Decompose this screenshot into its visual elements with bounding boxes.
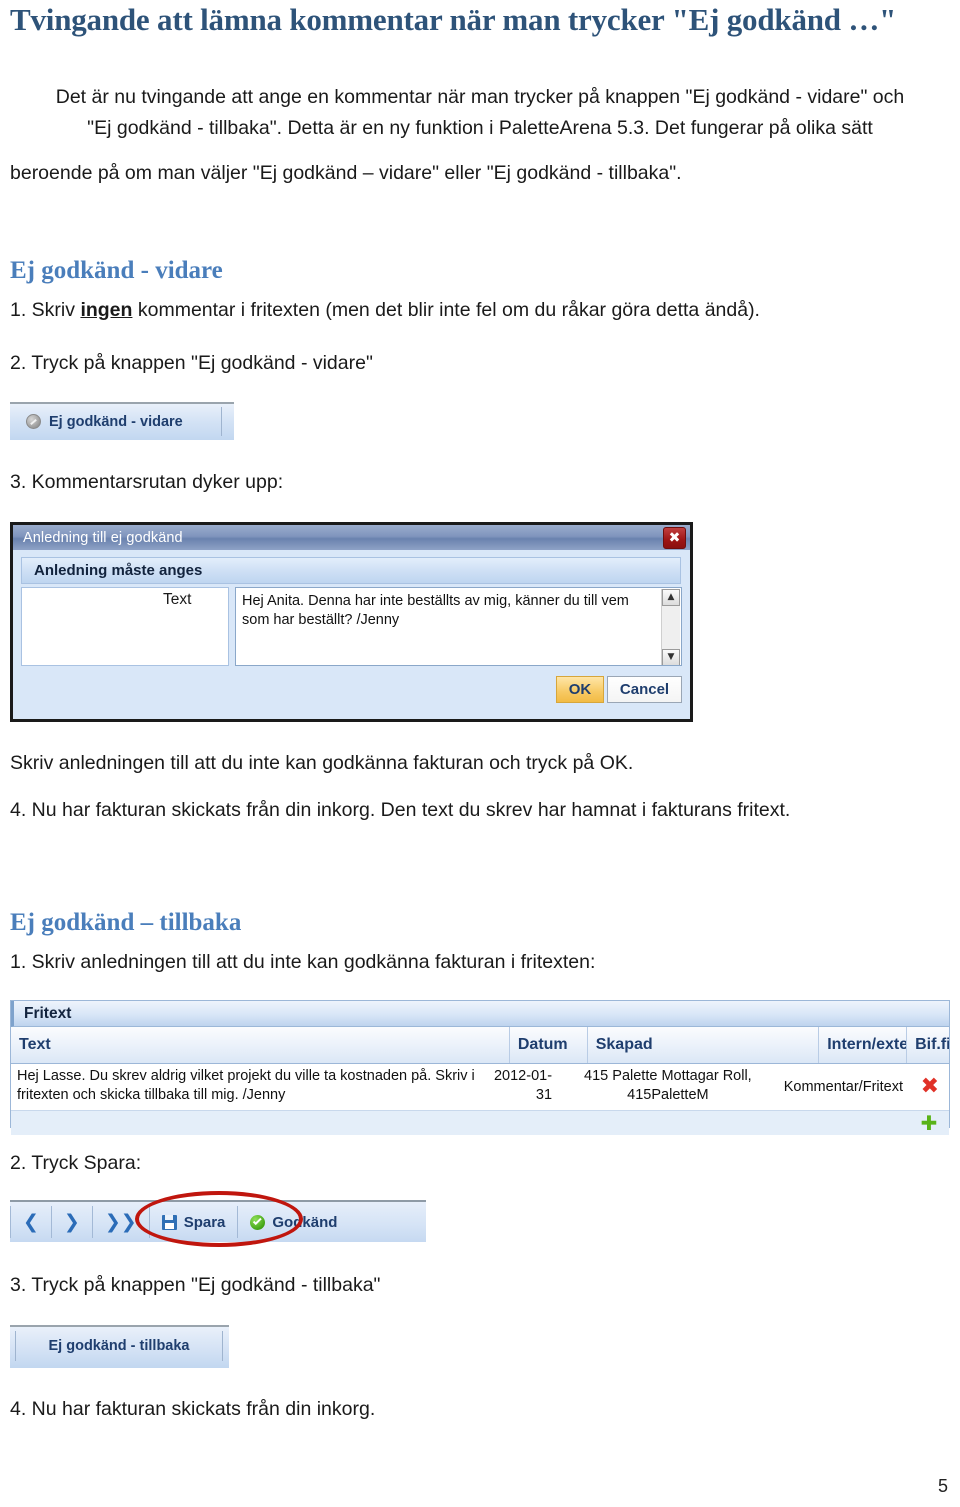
dialog-titlebar: Anledning till ej godkänd ✖: [13, 525, 690, 550]
scroll-track[interactable]: [662, 606, 680, 649]
delete-x-icon: ✖: [920, 1074, 940, 1099]
column-header-bif-fil[interactable]: Bif.fil: [907, 1027, 949, 1063]
fritext-add-row[interactable]: ✚: [11, 1111, 949, 1135]
ej-godkand-vidare-label: Ej godkänd - vidare: [49, 413, 183, 430]
toolbar-next-button[interactable]: ❯: [52, 1206, 93, 1238]
dialog-text-input[interactable]: Hej Anita. Denna har inte beställts av m…: [235, 587, 682, 666]
column-header-datum[interactable]: Datum: [510, 1027, 588, 1063]
cell-text: Hej Lasse. Du skrev aldrig vilket projek…: [17, 1068, 475, 1103]
row-delete-button[interactable]: ✖: [911, 1064, 949, 1110]
cell-intern-extern: Kommentar/Fritext: [783, 1078, 903, 1095]
step-2-vidare: 2. Tryck på knappen "Ej godkänd - vidare…: [10, 352, 373, 374]
dialog-text-value: Hej Anita. Denna har inte beställts av m…: [242, 593, 629, 628]
page-number: 5: [937, 1476, 948, 1496]
step-3-vidare: 3. Kommentarsrutan dyker upp:: [10, 471, 284, 493]
chevron-right-icon: ❯: [63, 1210, 80, 1233]
dialog-cancel-button[interactable]: Cancel: [607, 676, 682, 703]
screenshot-fritext-table: Fritext Text Datum Skapad Intern/extern …: [10, 1000, 950, 1135]
step-1-prefix: 1. Skriv: [10, 299, 81, 321]
step-1-suffix: kommentar i fritexten (men det blir inte…: [132, 299, 760, 321]
step-4-vidare: 4. Nu har fakturan skickats från din ink…: [10, 799, 791, 821]
intro-line-3: beroende på om man väljer "Ej godkänd – …: [10, 162, 682, 184]
screenshot-button-ej-godkand-vidare: Ej godkänd - vidare: [10, 402, 234, 440]
dialog-scrollbar[interactable]: ▲ ▼: [661, 589, 680, 665]
dialog-left-panel: [21, 587, 229, 666]
column-header-intern-extern[interactable]: Intern/extern: [819, 1027, 908, 1063]
chevron-left-icon: ❮: [23, 1210, 39, 1233]
add-row-button[interactable]: ✚: [909, 1111, 949, 1135]
column-header-skapad[interactable]: Skapad: [588, 1027, 820, 1063]
ej-godkand-tillbaka-button[interactable]: Ej godkänd - tillbaka: [15, 1331, 223, 1361]
step-2-tillbaka: 2. Tryck Spara:: [10, 1152, 142, 1174]
fritext-panel-title: Fritext: [24, 1004, 72, 1022]
ej-godkand-vidare-button[interactable]: Ej godkänd - vidare: [16, 407, 222, 436]
screenshot-button-ej-godkand-tillbaka: Ej godkänd - tillbaka: [10, 1325, 229, 1368]
intro-line-1: Det är nu tvingande att ange en kommenta…: [55, 86, 905, 108]
chevron-double-right-icon: ❯❯: [104, 1210, 137, 1233]
step-1-tillbaka: 1. Skriv anledningen till att du inte ka…: [10, 951, 596, 973]
dialog-text-label: Text: [163, 591, 192, 608]
dialog-section-title: Anledning måste anges: [34, 562, 203, 579]
highlight-ellipse-spara: [135, 1191, 303, 1247]
step-3-tillbaka: 3. Tryck på knappen "Ej godkänd - tillba…: [10, 1274, 381, 1296]
column-header-text[interactable]: Text: [11, 1027, 510, 1063]
cell-skapad: 415 Palette Mottagar Roll, 415PaletteM: [584, 1068, 752, 1103]
document-page: Tvingande att lämna kommentar när man tr…: [0, 0, 960, 1507]
page-title: Tvingande att lämna kommentar när man tr…: [10, 2, 897, 37]
scroll-down-icon[interactable]: ▼: [662, 649, 680, 665]
dialog-section-bar: Anledning måste anges: [21, 557, 681, 584]
intro-line-2: "Ej godkänd - tillbaka". Detta är en ny …: [87, 117, 873, 139]
ej-godkand-tillbaka-label: Ej godkänd - tillbaka: [48, 1338, 190, 1354]
step-1-vidare: 1. Skriv ingen kommentar i fritexten (me…: [10, 295, 950, 326]
scroll-up-icon[interactable]: ▲: [662, 589, 680, 606]
screenshot-dialog-anledning: Anledning till ej godkänd ✖ Anledning må…: [10, 522, 693, 722]
step-1-emphasis: ingen: [80, 299, 133, 321]
dialog-footer: OK Cancel: [21, 671, 682, 713]
cell-datum: 2012-01-31: [493, 1068, 553, 1103]
section-heading-vidare: Ej godkänd - vidare: [10, 257, 223, 284]
fritext-panel-titlebar: Fritext: [11, 1001, 949, 1027]
add-plus-icon: ✚: [920, 1111, 938, 1135]
fritext-table-header: Text Datum Skapad Intern/extern Bif.fil: [11, 1027, 949, 1064]
dialog-ok-button[interactable]: OK: [556, 676, 604, 703]
toolbar-prev-button[interactable]: ❮: [10, 1206, 52, 1238]
step-4-tillbaka: 4. Nu har fakturan skickats från din ink…: [10, 1398, 376, 1420]
after-dialog-text: Skriv anledningen till att du inte kan g…: [10, 752, 634, 774]
dialog-title: Anledning till ej godkänd: [23, 529, 183, 546]
deny-circle-icon: [26, 414, 41, 429]
section-heading-tillbaka: Ej godkänd – tillbaka: [10, 909, 242, 936]
table-row[interactable]: Hej Lasse. Du skrev aldrig vilket projek…: [11, 1064, 949, 1111]
close-icon[interactable]: ✖: [663, 527, 686, 549]
